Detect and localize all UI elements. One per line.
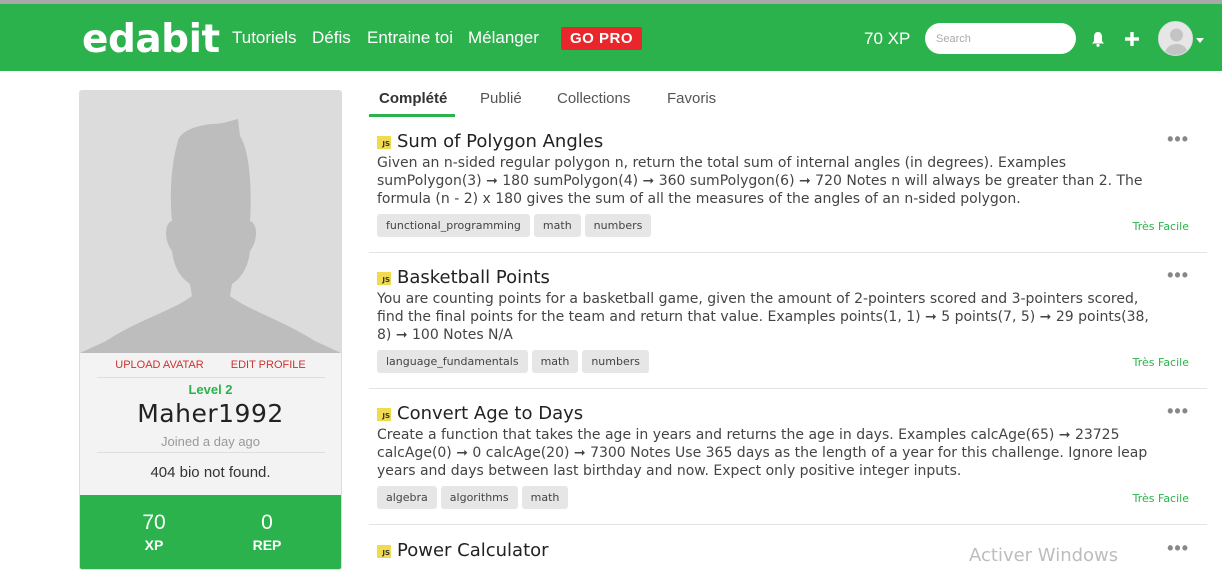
user-level: Level 2 <box>188 382 233 397</box>
xp-value: 70 <box>142 511 166 534</box>
divider <box>97 377 325 378</box>
tab-publie[interactable]: Publié <box>480 90 522 107</box>
tag[interactable]: numbers <box>584 214 652 237</box>
tag[interactable]: numbers <box>582 350 649 373</box>
ellipsis-icon[interactable]: ••• <box>1167 538 1189 559</box>
js-icon: JS <box>377 545 391 558</box>
ellipsis-icon[interactable]: ••• <box>1167 129 1189 150</box>
challenge-title[interactable]: Convert Age to Days <box>397 403 583 424</box>
xp-label: XP <box>144 537 164 553</box>
navbar: edabit Tutoriels Défis Entraine toi Méla… <box>0 4 1222 71</box>
tag[interactable]: math <box>521 486 569 509</box>
upload-avatar-link[interactable]: UPLOAD AVATAR <box>115 359 203 371</box>
challenge-description: Create a function that takes the age in … <box>377 427 1148 479</box>
challenge-card[interactable]: JS Convert Age to Days ••• Create a func… <box>369 396 1207 525</box>
ellipsis-icon[interactable]: ••• <box>1167 401 1189 422</box>
tab-complete[interactable]: Complété <box>379 90 447 107</box>
challenge-title[interactable]: Basketball Points <box>397 267 550 288</box>
tab-favoris[interactable]: Favoris <box>667 90 716 107</box>
plus-icon[interactable] <box>1125 32 1139 51</box>
username: Maher1992 <box>137 399 284 428</box>
tag[interactable]: math <box>533 214 581 237</box>
xp-counter: 70 XP <box>864 29 911 48</box>
difficulty-label: Très Facile <box>1132 492 1189 505</box>
edit-profile-link[interactable]: EDIT PROFILE <box>231 359 306 371</box>
user-avatar[interactable] <box>1158 21 1193 56</box>
divider <box>97 452 325 453</box>
js-icon: JS <box>377 136 391 149</box>
bio-text: 404 bio not found. <box>150 464 271 481</box>
go-pro-button[interactable]: GO PRO <box>561 27 642 50</box>
bell-icon[interactable] <box>1091 31 1105 52</box>
tag[interactable]: algorithms <box>440 486 518 509</box>
tab-collections[interactable]: Collections <box>557 90 630 107</box>
tag[interactable]: functional_programming <box>377 214 530 237</box>
chevron-down-icon[interactable] <box>1196 38 1204 43</box>
nav-link-entraine-toi[interactable]: Entraine toi <box>367 28 453 48</box>
js-icon: JS <box>377 408 391 421</box>
joined-date: Joined a day ago <box>160 434 261 449</box>
difficulty-label: Très Facile <box>1132 220 1189 233</box>
tag-list: language_fundamentals math numbers <box>377 350 649 373</box>
challenge-description: You are counting points for a basketball… <box>377 291 1149 343</box>
nav-link-melanger[interactable]: Mélanger <box>468 28 539 48</box>
profile-card: UPLOAD AVATAR EDIT PROFILE Level 2 Maher… <box>79 90 342 570</box>
challenge-description: Given an n-sided regular polygon n, retu… <box>377 155 1143 207</box>
profile-actions: UPLOAD AVATAR EDIT PROFILE <box>80 359 341 371</box>
nav-link-defis[interactable]: Défis <box>312 28 351 48</box>
windows-activation-watermark: Activer Windows <box>969 545 1119 566</box>
profile-avatar <box>80 91 341 353</box>
tag-list: algebra algorithms math <box>377 486 569 509</box>
challenge-card[interactable]: JS Basketball Points ••• You are countin… <box>369 260 1207 389</box>
tag-list: functional_programming math numbers <box>377 214 652 237</box>
nav-link-tutoriels[interactable]: Tutoriels <box>232 28 297 48</box>
rep-stat: 0 REP <box>217 511 317 553</box>
tag[interactable]: math <box>531 350 579 373</box>
tag[interactable]: language_fundamentals <box>377 350 528 373</box>
js-icon: JS <box>377 272 391 285</box>
xp-stat: 70 XP <box>104 511 204 553</box>
stats-panel: 70 XP 0 REP <box>80 495 341 569</box>
challenge-title[interactable]: Sum of Polygon Angles <box>397 131 603 152</box>
rep-label: REP <box>252 537 282 553</box>
search-input[interactable] <box>925 23 1076 54</box>
logo[interactable]: edabit <box>82 17 220 62</box>
challenge-title[interactable]: Power Calculator <box>397 540 549 561</box>
challenge-card[interactable]: JS Sum of Polygon Angles ••• Given an n-… <box>369 124 1207 253</box>
difficulty-label: Très Facile <box>1132 356 1189 369</box>
rep-value: 0 <box>261 511 273 534</box>
ellipsis-icon[interactable]: ••• <box>1167 265 1189 286</box>
tag[interactable]: algebra <box>377 486 437 509</box>
active-tab-indicator <box>369 114 455 117</box>
